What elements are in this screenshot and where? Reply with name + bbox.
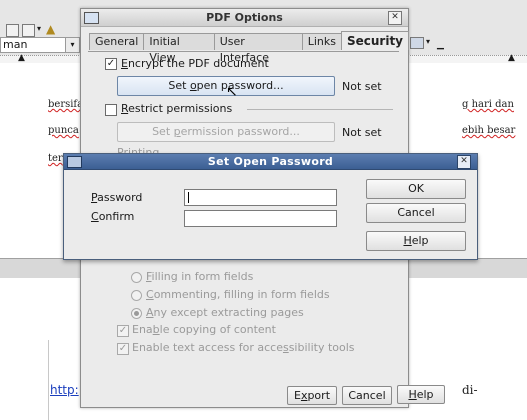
ok-button[interactable]: OK [366,179,466,199]
enable-accessibility-checkbox[interactable]: ✓ [117,343,129,355]
close-icon[interactable]: ✕ [457,155,471,169]
document-icon[interactable] [6,24,19,37]
password-label: Password [91,191,143,204]
cancel-button[interactable]: Cancel [366,203,466,223]
changes-radio-filling-label[interactable]: Filling in form fields [146,270,253,283]
section-divider [247,109,393,110]
doc-word: g hari dan [462,99,514,110]
help-button[interactable]: Help [366,231,466,251]
pdf-help-button[interactable]: Help [397,385,445,404]
restrict-permissions-checkbox[interactable] [105,104,117,116]
doc-word: punca [48,125,79,136]
set-open-password-dialog: Set Open Password ✕ Password Confirm OK … [63,153,478,260]
chevron-down-icon[interactable]: ▾ [65,38,79,52]
changes-radio-commenting[interactable] [131,290,142,301]
new-icon[interactable] [22,24,35,37]
text-caret [188,192,189,203]
enable-copying-label[interactable]: Enable copying of content [132,323,276,336]
pdf-options-titlebar[interactable]: PDF Options ✕ [81,9,408,27]
doc-word: ter [48,153,63,164]
margin-line [48,340,49,420]
confirm-label: Confirm [91,210,135,223]
dialog-title: PDF Options [206,11,283,24]
password-input[interactable] [184,189,337,206]
dialog-title: Set Open Password [207,155,334,168]
tab-general[interactable]: General [89,33,145,50]
dropdown-arrow-icon[interactable]: ▾ [426,37,430,46]
changes-radio-any-except-label[interactable]: Any except extracting pages [146,306,304,319]
changes-radio-any-except[interactable] [131,308,142,319]
enable-accessibility-label[interactable]: Enable text access for accessibility too… [132,341,355,354]
confirm-input[interactable] [184,210,337,227]
doc-word: bersifa [48,99,84,110]
encrypt-label[interactable]: Encrypt the PDF document [121,57,269,70]
close-icon[interactable]: ✕ [388,11,402,25]
open-password-status: Not set [342,80,382,93]
set-permission-password-button[interactable]: Set permission password... [117,122,335,142]
tab-initial-view[interactable]: Initial View [143,33,215,64]
font-name-value: man [3,38,28,51]
font-name-combo[interactable]: man ▾ [0,37,80,53]
tab-security[interactable]: Security [340,31,409,50]
view-icon[interactable] [410,37,424,49]
open-folder-icon[interactable]: ▲ [46,22,55,36]
mouse-cursor-icon: ↖ [226,84,238,100]
set-open-password-titlebar[interactable]: Set Open Password ✕ [64,154,477,170]
restrict-permissions-label[interactable]: Restrict permissions [121,102,232,115]
doc-word: ebih besar [462,125,516,136]
dropdown-arrow-icon[interactable]: ▾ [37,24,41,33]
marker-icon: ▁ [437,40,444,50]
encrypt-checkbox[interactable]: ✓ [105,58,117,70]
doc-word: di- [462,383,478,397]
tab-bar: General Initial View User Interface Link… [89,31,409,64]
enable-copying-checkbox[interactable]: ✓ [117,325,129,337]
tab-stop-icon[interactable]: ▲ [508,53,515,63]
doc-link[interactable]: http: [50,383,79,397]
changes-radio-commenting-label[interactable]: Commenting, filling in form fields [146,288,330,301]
export-button[interactable]: Export [287,386,337,405]
changes-radio-filling[interactable] [131,272,142,283]
tab-user-interface[interactable]: User Interface [213,33,303,64]
cancel-button[interactable]: Cancel [342,386,392,405]
tab-stop-icon[interactable]: ▲ [18,53,25,63]
permission-password-status: Not set [342,126,382,139]
tab-links[interactable]: Links [301,33,342,50]
